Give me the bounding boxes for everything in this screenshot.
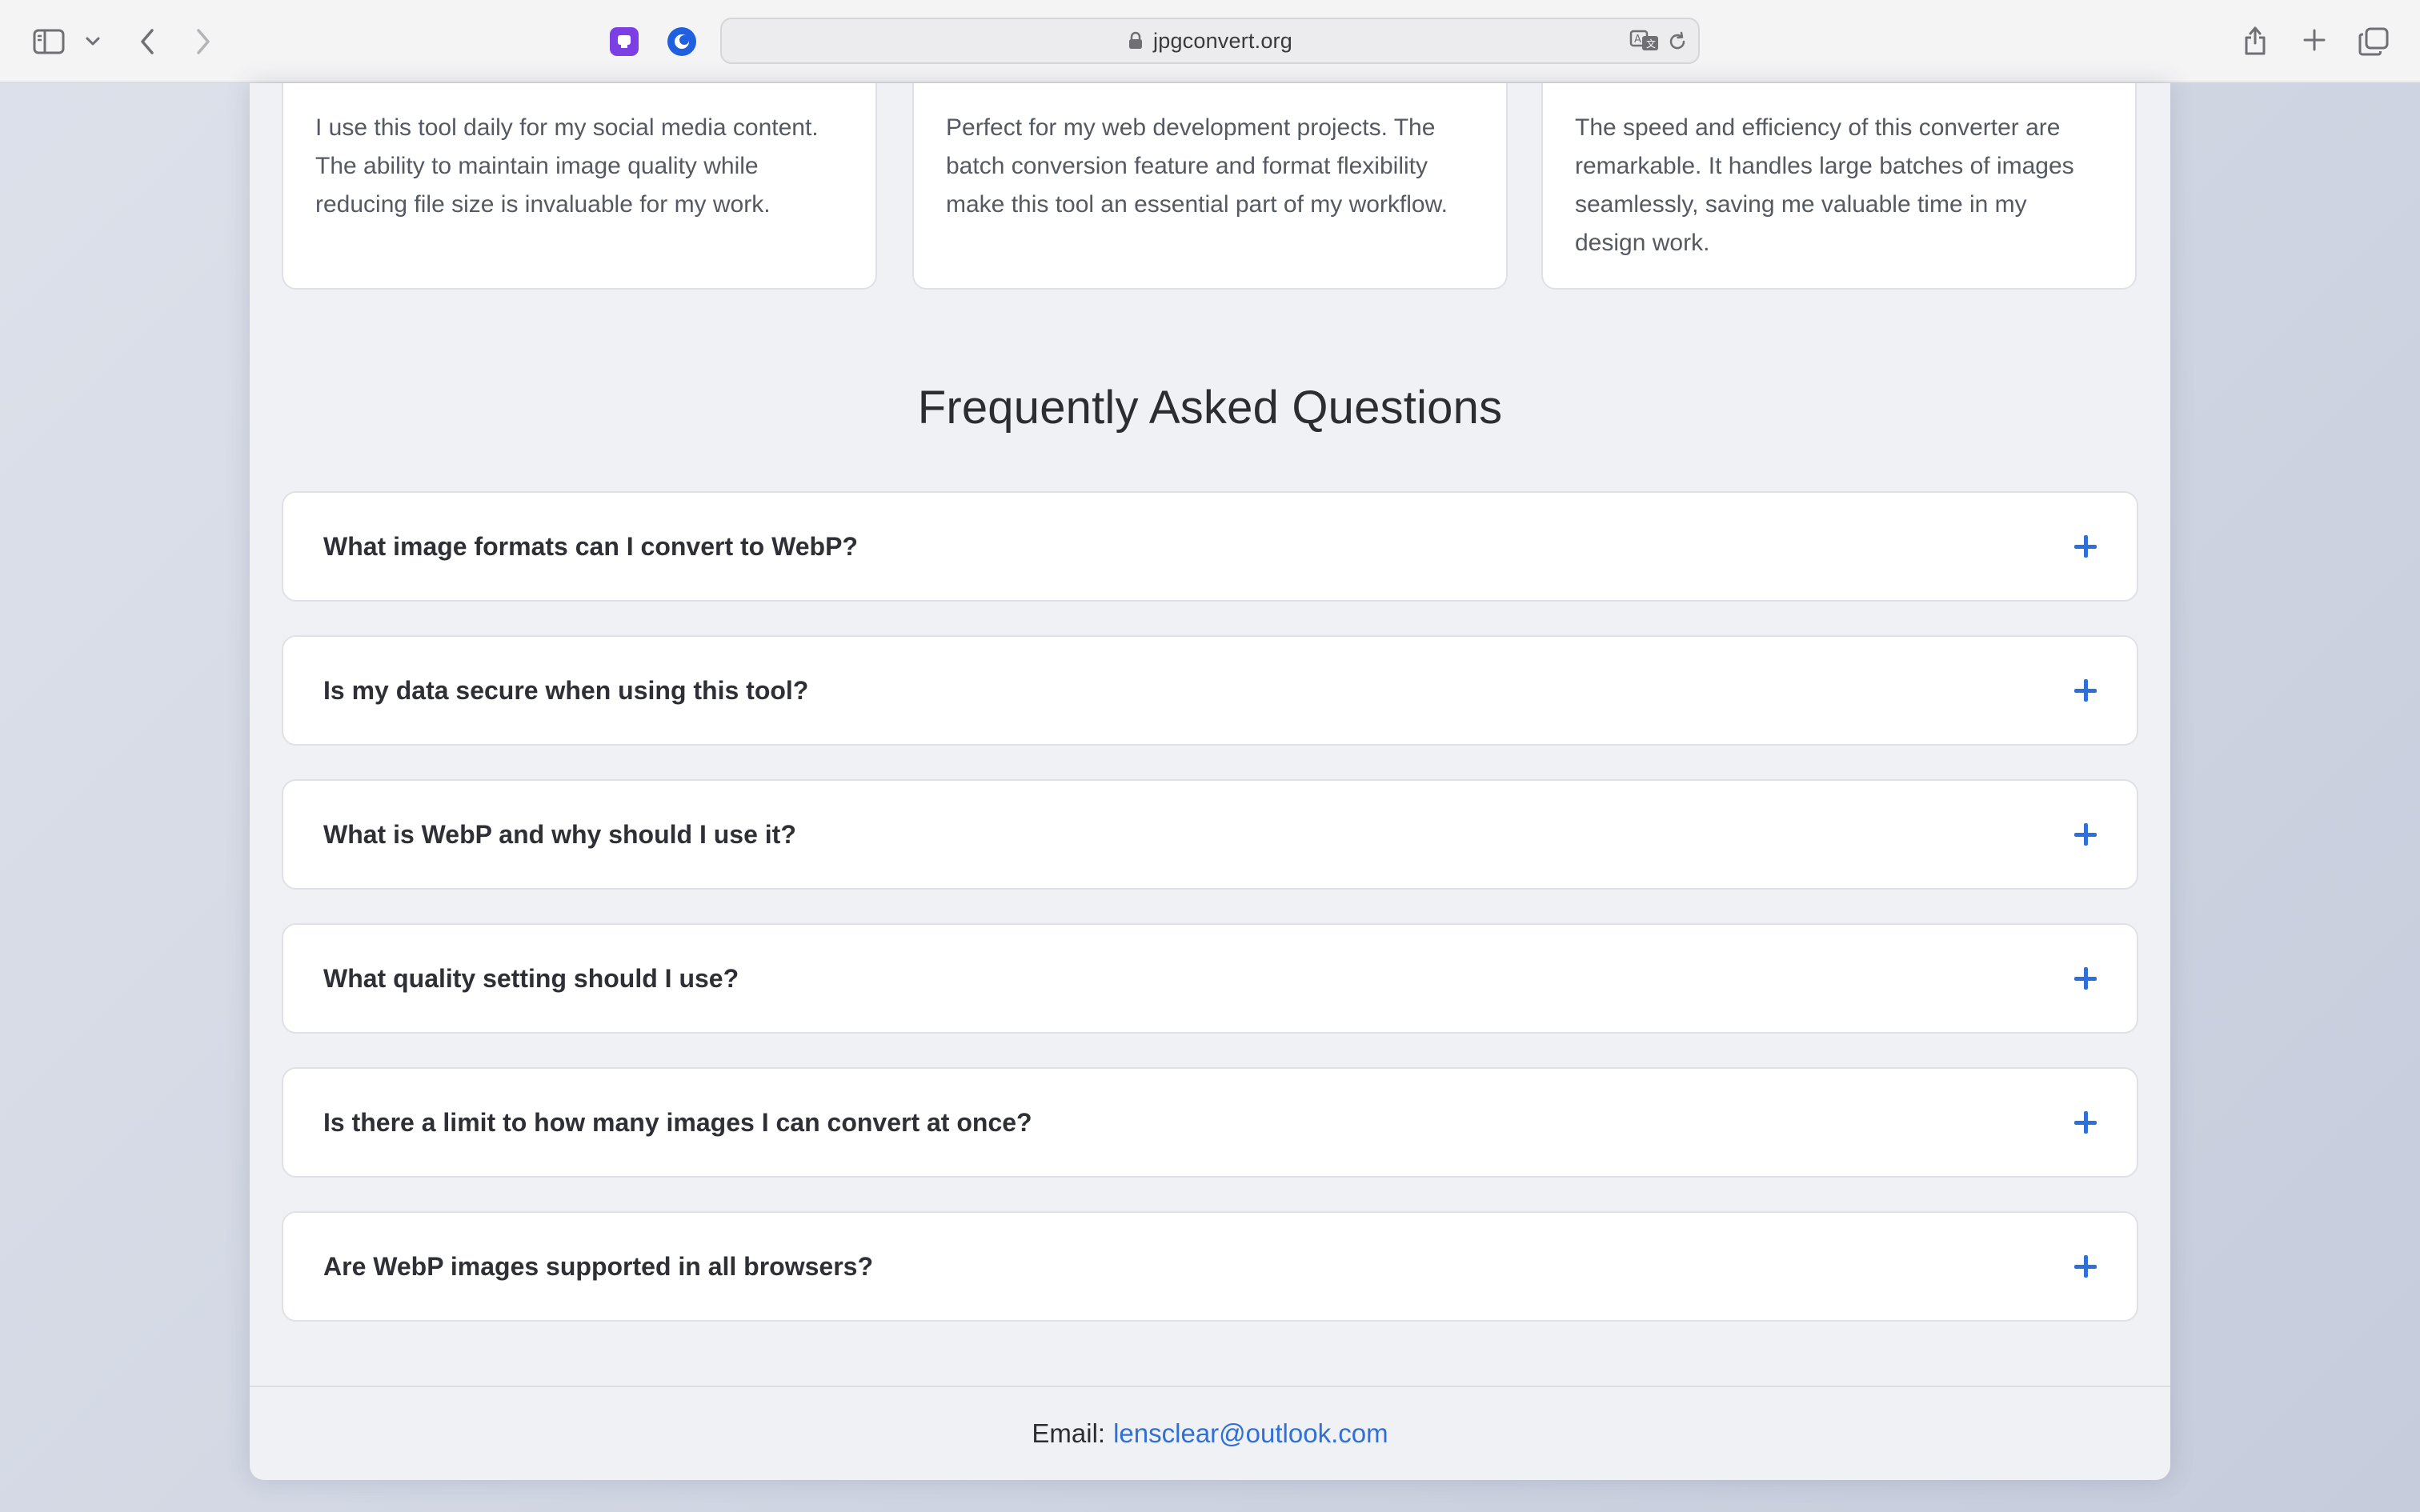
faq-question: What is WebP and why should I use it? xyxy=(323,819,796,849)
tab-overview-icon[interactable] xyxy=(2358,26,2390,58)
svg-text:A: A xyxy=(1634,34,1641,46)
faq-item[interactable]: Is there a limit to how many images I ca… xyxy=(282,1067,2138,1178)
plus-icon[interactable] xyxy=(2074,823,2097,846)
extension-blue-globe-icon[interactable] xyxy=(667,27,696,56)
share-icon[interactable] xyxy=(2241,22,2270,58)
svg-text:文: 文 xyxy=(1646,38,1656,50)
url-text: jpgconvert.org xyxy=(1153,28,1292,53)
page-content: I use this tool daily for my social medi… xyxy=(250,83,2170,1480)
plus-icon[interactable] xyxy=(2074,1255,2097,1278)
faq-question: Are WebP images supported in all browser… xyxy=(323,1251,873,1281)
faq-item[interactable]: What image formats can I convert to WebP… xyxy=(282,491,2138,602)
testimonial-text: I use this tool daily for my social medi… xyxy=(315,114,819,218)
testimonial-card: I use this tool daily for my social medi… xyxy=(282,83,877,290)
sidebar-toggle-icon[interactable] xyxy=(32,27,66,56)
faq-item[interactable]: Is my data secure when using this tool? xyxy=(282,635,2138,746)
reload-icon[interactable] xyxy=(1666,30,1689,53)
faq-question: Is my data secure when using this tool? xyxy=(323,675,809,705)
testimonial-card: The speed and efficiency of this convert… xyxy=(1541,83,2137,290)
faq-question: What image formats can I convert to WebP… xyxy=(323,531,858,561)
address-bar[interactable]: jpgconvert.org A文 xyxy=(720,18,1700,64)
email-link[interactable]: lensclear@outlook.com xyxy=(1113,1418,1388,1449)
faq-question: What quality setting should I use? xyxy=(323,963,739,993)
faq-heading: Frequently Asked Questions xyxy=(917,382,1503,434)
plus-icon[interactable] xyxy=(2074,1111,2097,1134)
back-arrow-icon[interactable] xyxy=(134,26,160,58)
testimonial-text: Perfect for my web development projects.… xyxy=(946,114,1448,218)
testimonial-card: Perfect for my web development projects.… xyxy=(912,83,1508,290)
translate-icon[interactable]: A文 xyxy=(1629,29,1660,53)
testimonial-text: The speed and efficiency of this convert… xyxy=(1575,114,2074,256)
plus-icon[interactable] xyxy=(2074,679,2097,702)
new-tab-plus-icon[interactable] xyxy=(2300,26,2329,54)
lock-icon xyxy=(1128,31,1144,50)
faq-item[interactable]: What is WebP and why should I use it? xyxy=(282,779,2138,890)
faq-item[interactable]: Are WebP images supported in all browser… xyxy=(282,1211,2138,1322)
browser-toolbar: jpgconvert.org A文 xyxy=(0,0,2420,83)
email-label: Email: xyxy=(1032,1418,1106,1448)
plus-icon[interactable] xyxy=(2074,967,2097,990)
faq-item[interactable]: What quality setting should I use? xyxy=(282,923,2138,1034)
chevron-down-icon[interactable] xyxy=(83,32,102,51)
extension-purple-icon[interactable] xyxy=(610,27,639,56)
page-footer: Email: lensclear@outlook.com xyxy=(250,1386,2170,1480)
plus-icon[interactable] xyxy=(2074,535,2097,558)
faq-question: Is there a limit to how many images I ca… xyxy=(323,1107,1032,1137)
forward-arrow-icon[interactable] xyxy=(190,26,216,58)
